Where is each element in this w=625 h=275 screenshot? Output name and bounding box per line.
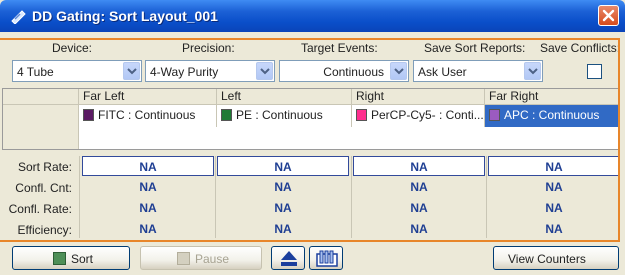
gate-label: PerCP-Cy5- : Conti... bbox=[371, 108, 484, 122]
tube-rack-icon bbox=[316, 250, 338, 267]
confl-cnt-value: NA bbox=[274, 180, 292, 194]
sort-rate-label: Sort Rate: bbox=[17, 160, 72, 174]
gate-color-swatch bbox=[356, 109, 367, 121]
gate-label: APC : Continuous bbox=[504, 108, 600, 122]
confl-cnt-value: NA bbox=[545, 180, 563, 194]
gate-color-swatch bbox=[83, 109, 94, 121]
view-counters-label: View Counters bbox=[508, 252, 586, 266]
confl-rate-value: NA bbox=[410, 201, 428, 215]
grid-row-label bbox=[3, 105, 79, 149]
tube-rack-button[interactable] bbox=[309, 246, 343, 270]
save-sort-reports-label: Save Sort Reports: bbox=[424, 41, 526, 55]
pause-button-label: Pause bbox=[195, 252, 230, 266]
confl-rate-value: NA bbox=[274, 201, 292, 215]
efficiency-value: NA bbox=[274, 222, 292, 236]
chevron-down-icon[interactable] bbox=[524, 62, 541, 80]
column-header-left: Left bbox=[217, 89, 352, 105]
efficiency-value: NA bbox=[545, 222, 563, 236]
efficiency-value: NA bbox=[139, 222, 157, 236]
sort-button-label: Sort bbox=[71, 252, 94, 266]
sort-layout-window: DD Gating: Sort Layout_001 Device: Preci… bbox=[0, 0, 625, 275]
column-header-far-left: Far Left bbox=[79, 89, 217, 105]
precision-select[interactable]: 4-Way Purity bbox=[145, 60, 275, 82]
device-select[interactable]: 4 Tube bbox=[12, 60, 142, 82]
grid-corner bbox=[3, 89, 79, 105]
tube-grid: Far Left Left Right Far Right FITC : Con… bbox=[2, 88, 620, 150]
sort-rate-value: NA bbox=[82, 156, 214, 176]
view-counters-button[interactable]: View Counters bbox=[493, 246, 619, 270]
save-sort-reports-select[interactable]: Ask User bbox=[413, 60, 543, 82]
column-header-right: Right bbox=[352, 89, 485, 105]
eject-button[interactable] bbox=[271, 246, 305, 270]
sort-button[interactable]: Sort bbox=[12, 246, 130, 270]
sort-rate-value: NA bbox=[488, 156, 620, 176]
chevron-down-icon[interactable] bbox=[390, 62, 407, 80]
close-button[interactable] bbox=[598, 5, 619, 26]
precision-select-value: 4-Way Purity bbox=[150, 65, 219, 79]
pause-icon bbox=[177, 252, 190, 265]
pause-button[interactable]: Pause bbox=[140, 246, 262, 270]
tube-cell-left[interactable]: PE : Continuous bbox=[217, 105, 352, 127]
device-label: Device: bbox=[52, 41, 93, 55]
window-title: DD Gating: Sort Layout_001 bbox=[32, 8, 218, 24]
column-header-far-right: Far Right bbox=[485, 89, 619, 105]
target-events-select-value: Continuous bbox=[323, 65, 384, 79]
chevron-down-icon[interactable] bbox=[123, 62, 140, 80]
confl-cnt-label: Confl. Cnt: bbox=[15, 181, 72, 195]
title-bar[interactable]: DD Gating: Sort Layout_001 bbox=[0, 0, 625, 32]
eject-icon bbox=[281, 251, 297, 266]
save-conflicts-checkbox[interactable] bbox=[587, 64, 602, 79]
sort-rate-value: NA bbox=[217, 156, 349, 176]
target-events-select[interactable]: Continuous bbox=[279, 60, 409, 82]
tube-cell-far-left[interactable]: FITC : Continuous bbox=[79, 105, 217, 127]
tube-cell-right[interactable]: PerCP-Cy5- : Conti... bbox=[352, 105, 485, 127]
window-app-icon bbox=[11, 10, 26, 24]
gate-label: PE : Continuous bbox=[236, 108, 323, 122]
sort-rate-value: NA bbox=[353, 156, 485, 176]
efficiency-value: NA bbox=[410, 222, 428, 236]
device-select-value: 4 Tube bbox=[17, 65, 54, 79]
sort-icon bbox=[53, 252, 66, 265]
chevron-down-icon[interactable] bbox=[256, 62, 273, 80]
confl-cnt-value: NA bbox=[410, 180, 428, 194]
precision-label: Precision: bbox=[182, 41, 235, 55]
close-icon bbox=[602, 9, 615, 22]
gate-color-swatch bbox=[221, 109, 232, 121]
confl-rate-value: NA bbox=[139, 201, 157, 215]
confl-rate-value: NA bbox=[545, 201, 563, 215]
save-conflicts-label: Save Conflicts: bbox=[540, 41, 621, 55]
target-events-label: Target Events: bbox=[301, 41, 378, 55]
efficiency-label: Efficiency: bbox=[17, 223, 72, 237]
tube-cell-far-right[interactable]: APC : Continuous bbox=[485, 105, 619, 127]
confl-rate-label: Confl. Rate: bbox=[8, 202, 72, 216]
gate-color-swatch bbox=[489, 109, 500, 121]
gate-label: FITC : Continuous bbox=[98, 108, 196, 122]
confl-cnt-value: NA bbox=[139, 180, 157, 194]
save-sort-reports-select-value: Ask User bbox=[418, 65, 467, 79]
